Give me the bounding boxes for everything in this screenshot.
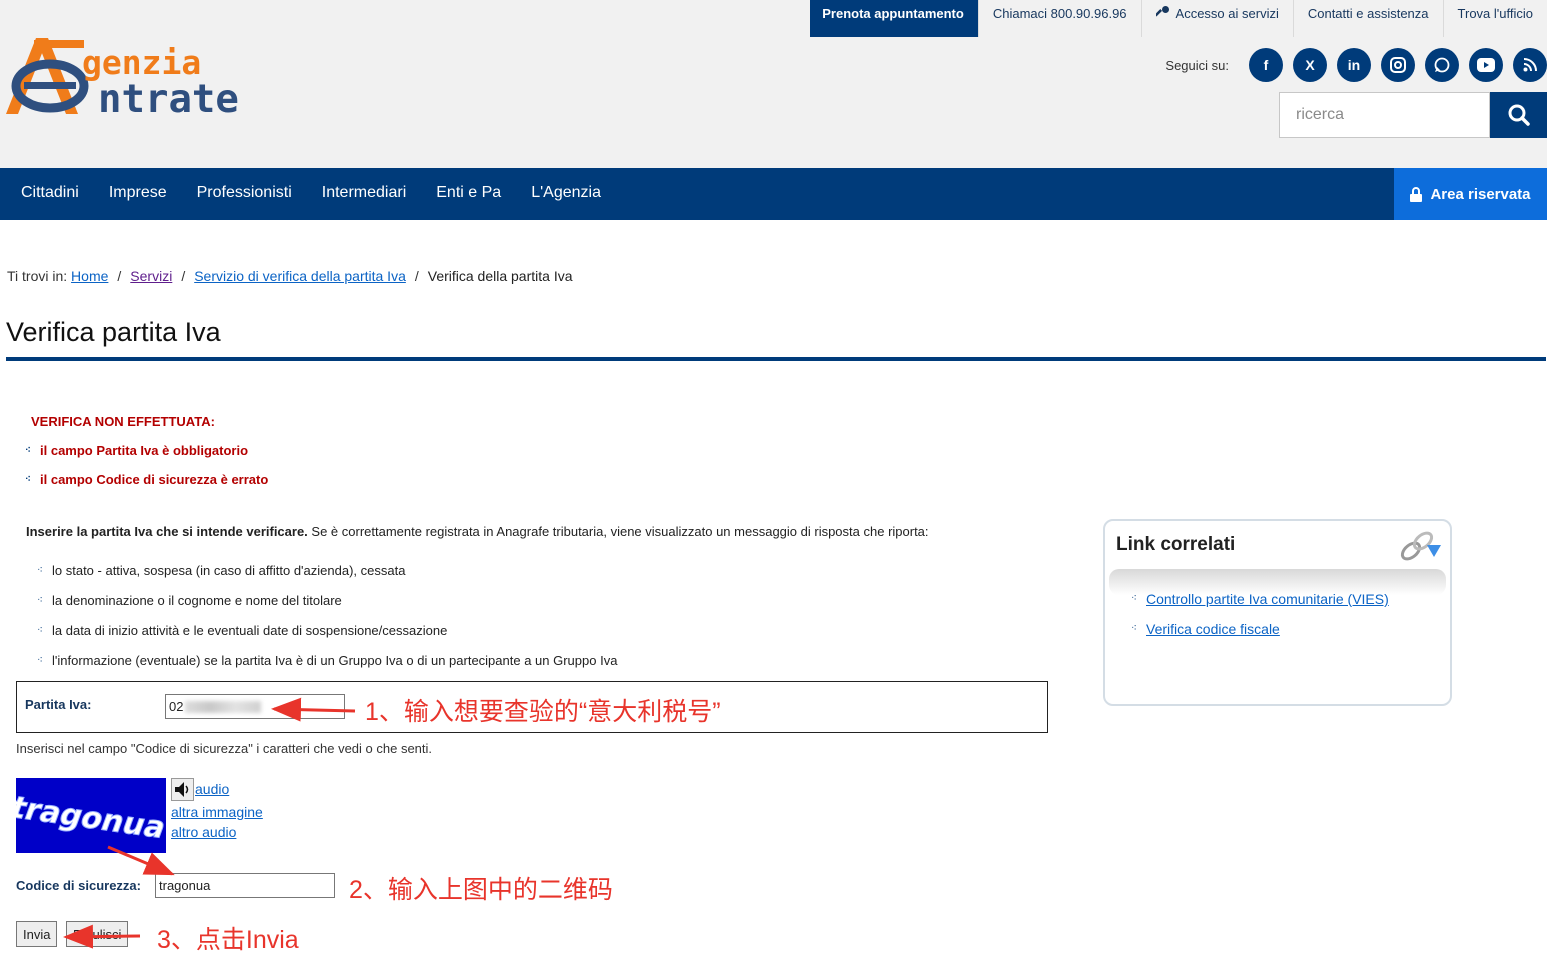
audio-link[interactable]: audio: [195, 781, 229, 797]
codice-sicurezza-input[interactable]: [155, 873, 335, 898]
nav-intermediari[interactable]: Intermediari: [307, 168, 421, 220]
rss-icon[interactable]: [1513, 48, 1547, 82]
bullet-icon: ⁖: [37, 655, 43, 666]
search-button[interactable]: [1490, 92, 1547, 138]
agenzia-entrate-logo[interactable]: genzia ntrate: [6, 36, 266, 122]
error-item: ⁖ il campo Partita Iva è obbligatorio: [25, 443, 249, 458]
annotation-step2: 2、输入上图中的二维码: [349, 876, 613, 904]
partita-iva-label: Partita Iva:: [25, 697, 92, 712]
captcha-image: tragonua: [16, 778, 166, 853]
bullet-icon: ⁖: [25, 474, 31, 485]
altra-immagine-link[interactable]: altra immagine: [171, 804, 263, 820]
linkedin-icon[interactable]: in: [1337, 48, 1371, 82]
area-riservata-button[interactable]: Area riservata: [1394, 168, 1547, 220]
list-item: ⁖ la denominazione o il cognome e nome de…: [37, 593, 617, 623]
list-item: ⁖ l'informazione (eventuale) se la partit…: [37, 653, 617, 683]
breadcrumb-current: Verifica della partita Iva: [427, 268, 573, 284]
related-link-item: ⁖ Verifica codice fiscale: [1131, 621, 1280, 637]
search-box: [1279, 92, 1547, 138]
nav-cittadini[interactable]: Cittadini: [6, 168, 94, 220]
top-links: Prenota appuntamento Chiamaci 800.90.96.…: [810, 0, 1547, 37]
verifica-codice-fiscale-link[interactable]: Verifica codice fiscale: [1146, 621, 1280, 637]
svg-text:tragonua: tragonua: [16, 791, 166, 846]
site-header: genzia ntrate Prenota appuntamento Chiam…: [0, 0, 1547, 168]
captcha-hint: Inserisci nel campo "Codice di sicurezza…: [16, 741, 433, 756]
whatsapp-icon[interactable]: [1425, 48, 1459, 82]
svg-text:ntrate: ntrate: [98, 77, 239, 118]
search-input[interactable]: [1279, 92, 1490, 138]
prenota-appuntamento-link[interactable]: Prenota appuntamento: [810, 0, 978, 37]
vies-link[interactable]: Controllo partite Iva comunitarie (VIES): [1146, 591, 1389, 607]
breadcrumb-servizi[interactable]: Servizi: [130, 268, 172, 284]
error-box: VERIFICA NON EFFETTUATA: ⁖ il campo Parti…: [25, 414, 268, 501]
chain-link-icon: [1400, 531, 1441, 561]
bullet-icon: ⁖: [37, 565, 43, 576]
youtube-icon[interactable]: [1469, 48, 1503, 82]
annotation-step3: 3、点击Invia: [157, 926, 299, 954]
page-title: Verifica partita Iva: [6, 317, 221, 347]
nav-professionisti[interactable]: Professionisti: [182, 168, 307, 220]
error-heading: VERIFICA NON EFFETTUATA:: [31, 414, 215, 429]
bullet-icon: ⁖: [1131, 593, 1137, 604]
social-bar: Seguici su: f X in: [1165, 48, 1547, 82]
x-icon[interactable]: X: [1293, 48, 1327, 82]
bullet-icon: ⁖: [37, 595, 43, 606]
redacted-blur: [185, 701, 261, 713]
link-correlati-box: Link correlati ⁖ Controllo partite Iva co…: [1103, 519, 1452, 706]
facebook-icon[interactable]: f: [1249, 48, 1283, 82]
main-nav: Cittadini Imprese Professionisti Interme…: [0, 168, 1547, 220]
seguici-label: Seguici su:: [1165, 57, 1229, 73]
speaker-icon[interactable]: [171, 778, 194, 801]
list-item: ⁖ lo stato - attiva, sospesa (in caso di …: [37, 563, 617, 593]
nav-agenzia[interactable]: L'Agenzia: [516, 168, 616, 220]
bullet-icon: ⁖: [1131, 623, 1137, 634]
trova-ufficio-link[interactable]: Trova l'ufficio: [1442, 0, 1547, 37]
nav-enti-pa[interactable]: Enti e Pa: [421, 168, 516, 220]
annotation-step1: 1、输入想要查验的“意大利税号”: [365, 698, 721, 726]
lock-icon: [1410, 186, 1423, 202]
search-icon: [1508, 104, 1530, 126]
breadcrumb: Ti trovi in: Home / Servizi / Servizio di ve…: [7, 268, 573, 284]
bullet-icon: ⁖: [25, 445, 31, 456]
breadcrumb-servizio-verifica[interactable]: Servizio di verifica della partita Iva: [194, 268, 406, 284]
related-link-item: ⁖ Controllo partite Iva comunitarie (VIES…: [1131, 591, 1389, 607]
key-icon: [1155, 6, 1169, 17]
title-divider: [6, 357, 1546, 361]
instagram-icon[interactable]: [1381, 48, 1415, 82]
link-correlati-title: Link correlati: [1116, 534, 1236, 555]
codice-sicurezza-label: Codice di sicurezza:: [16, 878, 141, 893]
bullet-icon: ⁖: [37, 625, 43, 636]
chiamaci-link[interactable]: Chiamaci 800.90.96.96: [977, 0, 1141, 37]
accesso-servizi-link[interactable]: Accesso ai servizi: [1140, 0, 1293, 37]
info-list: ⁖ lo stato - attiva, sospesa (in caso di …: [37, 563, 617, 683]
breadcrumb-home[interactable]: Home: [71, 268, 108, 284]
invia-button[interactable]: Invia: [16, 921, 58, 947]
nav-imprese[interactable]: Imprese: [94, 168, 182, 220]
list-item: ⁖ la data di inizio attività e le eventua…: [37, 623, 617, 653]
intro-text: Inserire la partita Iva che si intende v…: [26, 524, 929, 539]
altro-audio-link[interactable]: altro audio: [171, 824, 236, 840]
ripulisci-button[interactable]: Ripulisci: [66, 921, 129, 947]
contatti-assistenza-link[interactable]: Contatti e assistenza: [1292, 0, 1443, 37]
error-item: ⁖ il campo Codice di sicurezza è errato: [25, 472, 269, 487]
